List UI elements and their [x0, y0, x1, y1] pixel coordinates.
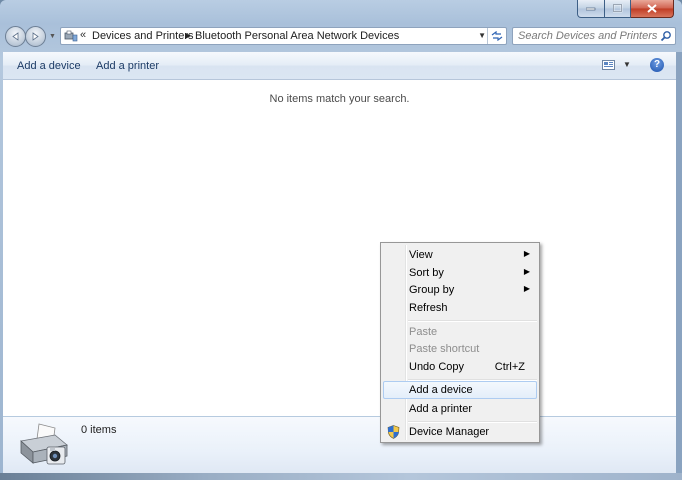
- menu-item-label: Group by: [409, 284, 455, 296]
- menu-item-undo-copy[interactable]: Undo Copy Ctrl+Z: [383, 358, 537, 376]
- search-input[interactable]: [513, 28, 658, 44]
- devices-printers-icon: [64, 30, 78, 42]
- window-controls: [577, 0, 674, 18]
- menu-separator: [408, 320, 537, 322]
- content-pane[interactable]: No items match your search.: [3, 80, 676, 416]
- search-box[interactable]: [512, 27, 676, 45]
- forward-arrow-icon: [32, 32, 39, 41]
- maximize-icon: [612, 4, 622, 13]
- address-dropdown-icon[interactable]: ▼: [478, 31, 486, 40]
- menu-item-view[interactable]: View ▶: [383, 246, 537, 264]
- menu-item-label: Sort by: [409, 267, 444, 279]
- back-button[interactable]: [5, 26, 26, 47]
- empty-search-message: No items match your search.: [269, 93, 410, 105]
- devices-and-printers-icon: [20, 423, 68, 465]
- menu-item-shortcut: Ctrl+Z: [494, 361, 525, 373]
- address-bar[interactable]: « Devices and Printers ▶ Bluetooth Perso…: [60, 27, 507, 45]
- menu-item-paste-shortcut: Paste shortcut: [383, 340, 537, 358]
- menu-item-label: Paste shortcut: [409, 343, 480, 355]
- menu-item-paste: Paste: [383, 323, 537, 341]
- menu-item-label: Add a printer: [409, 403, 472, 415]
- explorer-window: ▼ « Devices and Printers ▶ Bluetooth Per…: [0, 0, 682, 480]
- menu-item-refresh[interactable]: Refresh: [383, 299, 537, 317]
- menu-item-label: Paste: [409, 326, 438, 338]
- address-overflow-chevron[interactable]: «: [80, 29, 86, 41]
- window-right-edge: [676, 52, 682, 473]
- navigation-row: ▼ « Devices and Printers ▶ Bluetooth Per…: [0, 25, 682, 49]
- close-button[interactable]: [631, 0, 674, 18]
- add-printer-button[interactable]: Add a printer: [96, 60, 159, 72]
- menu-item-sort-by[interactable]: Sort by ▶: [383, 264, 537, 282]
- view-options-dropdown[interactable]: ▼: [623, 60, 631, 69]
- item-count: 0 items: [81, 424, 117, 436]
- forward-button[interactable]: [25, 26, 46, 47]
- breadcrumb-devices-and-printers[interactable]: Devices and Printers: [92, 30, 194, 42]
- search-icon[interactable]: [660, 30, 672, 42]
- menu-item-label: Refresh: [409, 302, 448, 314]
- menu-item-group-by[interactable]: Group by ▶: [383, 281, 537, 299]
- minimize-icon: [586, 7, 596, 10]
- menu-item-label: View: [409, 249, 433, 261]
- submenu-arrow-icon: ▶: [523, 249, 530, 258]
- maximize-button[interactable]: [605, 0, 631, 18]
- menu-item-label: Undo Copy: [409, 361, 465, 373]
- uac-shield-icon: [387, 425, 400, 439]
- window-bottom-edge: [0, 473, 682, 480]
- recent-pages-dropdown[interactable]: ▼: [49, 33, 56, 40]
- details-pane: 0 items: [3, 416, 676, 474]
- submenu-arrow-icon: ▶: [523, 284, 530, 293]
- back-arrow-icon: [12, 32, 19, 41]
- title-bar[interactable]: [0, 0, 682, 24]
- menu-item-device-manager[interactable]: Device Manager: [383, 423, 537, 441]
- close-icon: [647, 4, 657, 13]
- menu-item-label: Device Manager: [409, 426, 490, 438]
- minimize-button[interactable]: [577, 0, 605, 18]
- breadcrumb-bluetooth-pan-devices[interactable]: Bluetooth Personal Area Network Devices: [195, 30, 399, 42]
- help-icon[interactable]: ?: [650, 58, 664, 72]
- menu-item-add-device[interactable]: Add a device: [383, 381, 537, 399]
- menu-item-add-printer[interactable]: Add a printer: [383, 400, 537, 418]
- add-device-button[interactable]: Add a device: [17, 60, 81, 72]
- breadcrumb-separator-icon[interactable]: ▶: [185, 31, 191, 40]
- context-menu: View ▶ Sort by ▶ Group by ▶ Refresh Past…: [380, 242, 540, 443]
- menu-item-label: Add a device: [409, 384, 473, 396]
- refresh-button[interactable]: [487, 28, 506, 44]
- refresh-icon: [491, 31, 503, 41]
- command-bar: Add a device Add a printer ▼ ?: [3, 52, 676, 80]
- change-view-icon[interactable]: [602, 60, 616, 71]
- submenu-arrow-icon: ▶: [523, 267, 530, 276]
